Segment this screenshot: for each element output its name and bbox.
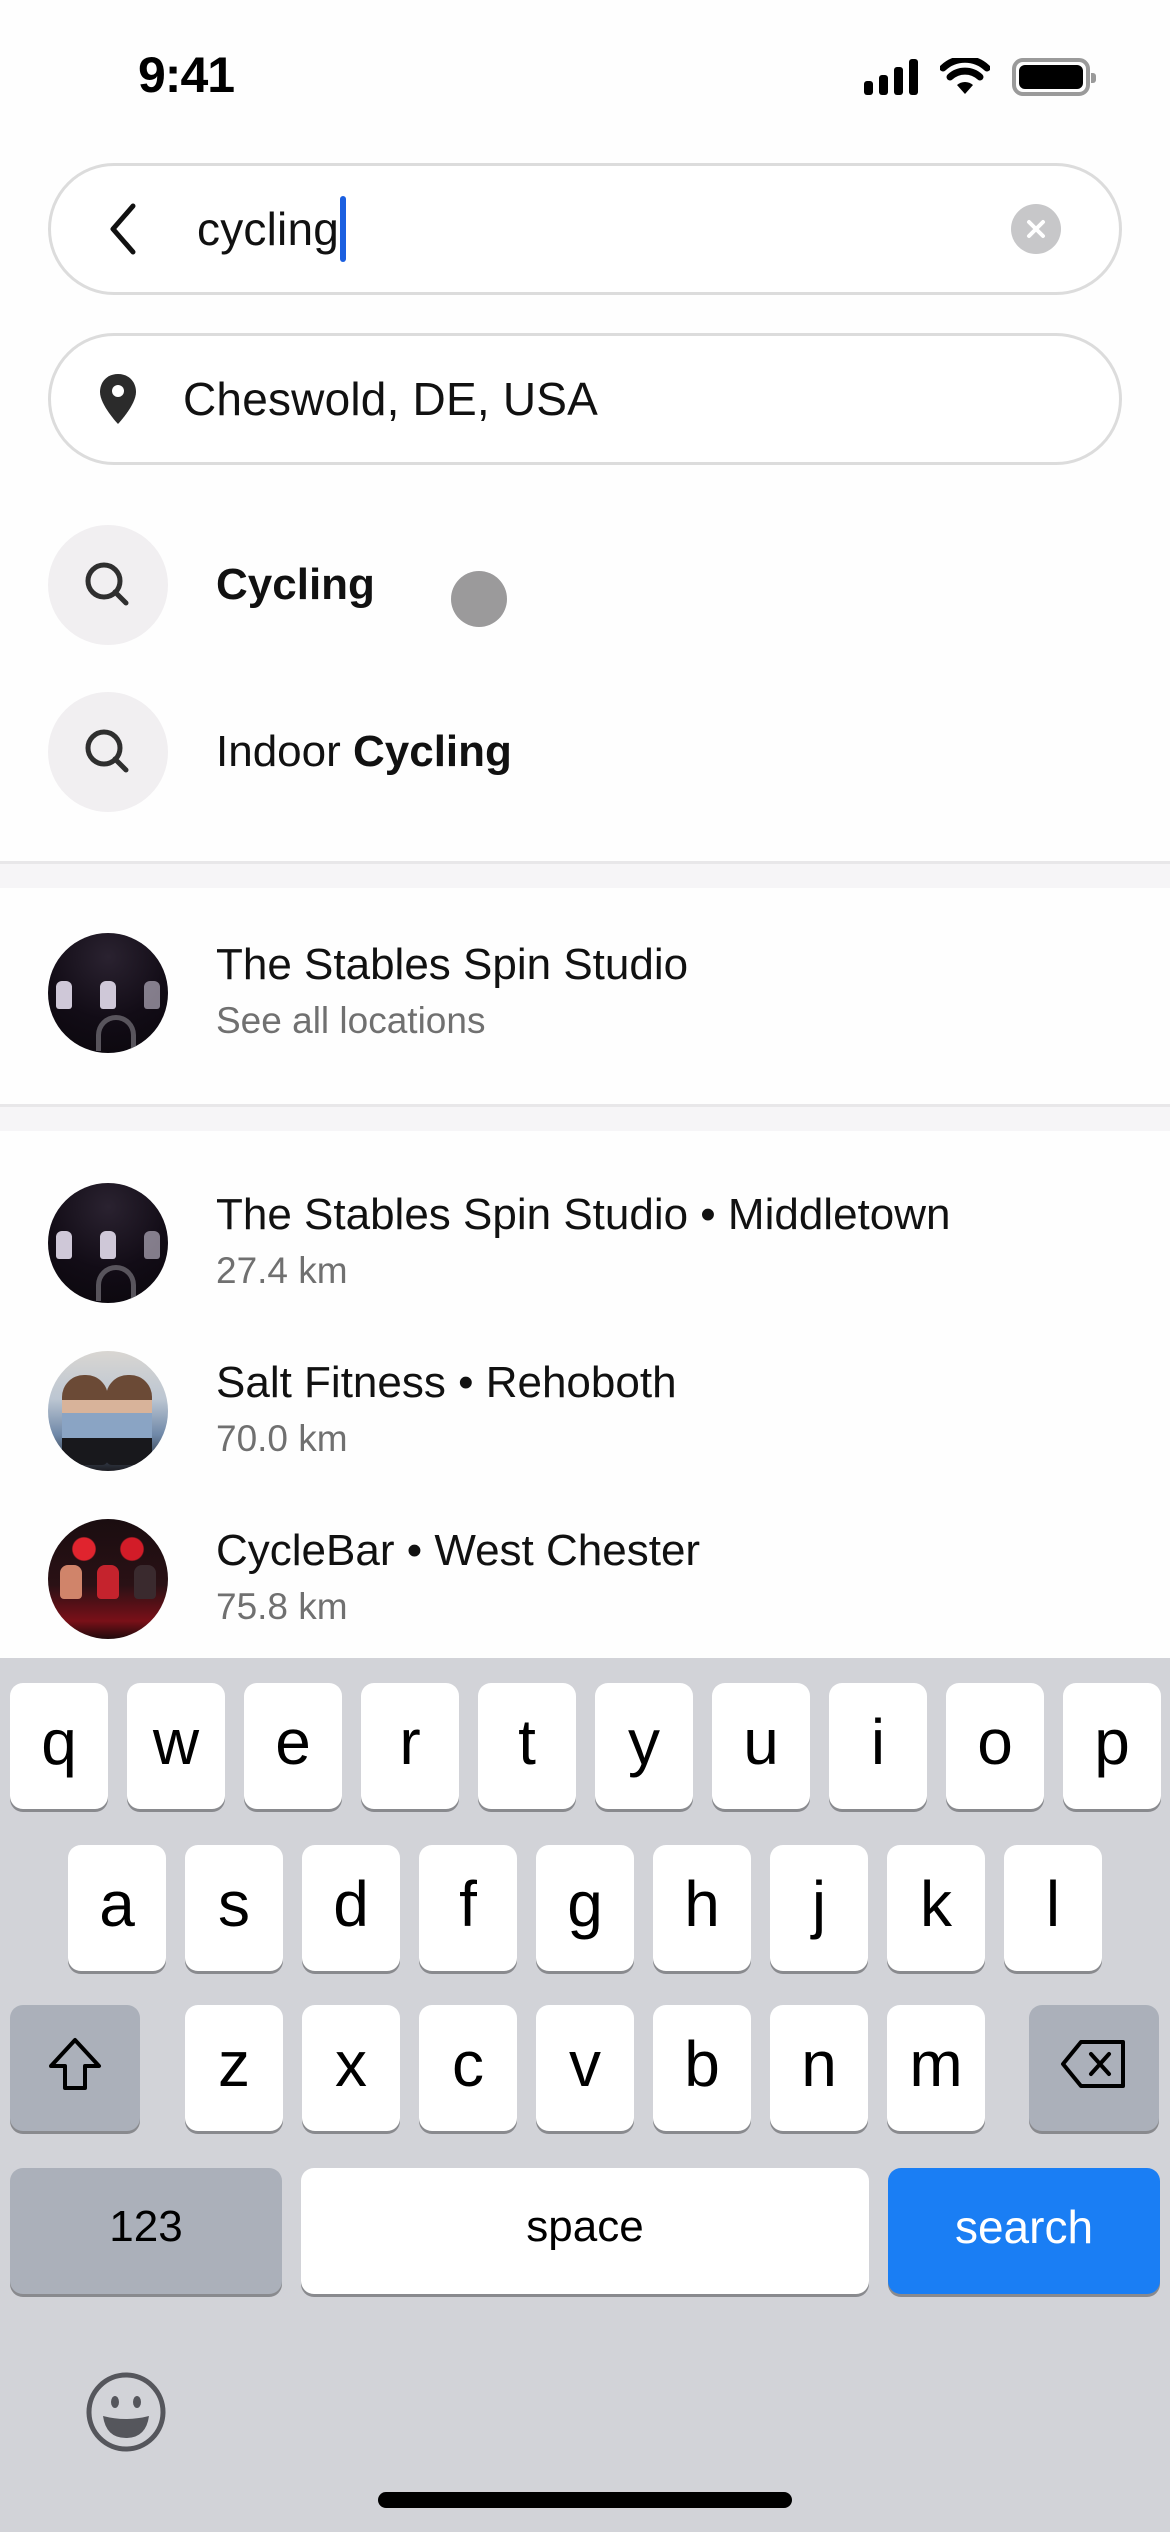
location-field[interactable]: Cheswold, DE, USA <box>48 333 1122 465</box>
key-f[interactable]: f <box>419 1845 517 1971</box>
result-title: CycleBar • West Chester <box>216 1526 701 1575</box>
location-pin-wrap <box>93 369 143 429</box>
key-l[interactable]: l <box>1004 1845 1102 1971</box>
key-r[interactable]: r <box>361 1683 459 1809</box>
key-u[interactable]: u <box>712 1683 810 1809</box>
location-result-item[interactable]: Salt Fitness • Rehoboth 70.0 km <box>0 1336 1170 1486</box>
key-j[interactable]: j <box>770 1845 868 1971</box>
search-input[interactable]: cycling <box>197 196 1011 262</box>
studio-avatar <box>48 1519 168 1639</box>
status-bar: 9:41 <box>0 0 1170 150</box>
battery-icon <box>1012 58 1096 96</box>
home-indicator <box>378 2492 792 2508</box>
result-distance: 70.0 km <box>216 1418 348 1459</box>
search-field[interactable]: cycling <box>48 163 1122 295</box>
key-d[interactable]: d <box>302 1845 400 1971</box>
key-z[interactable]: z <box>185 2005 283 2131</box>
key-o[interactable]: o <box>946 1683 1044 1809</box>
section-divider <box>0 1104 1170 1131</box>
search-query-text: cycling <box>197 203 340 255</box>
result-title: Salt Fitness • Rehoboth <box>216 1358 677 1407</box>
key-s[interactable]: s <box>185 1845 283 1971</box>
status-time: 9:41 <box>138 47 235 103</box>
key-y[interactable]: y <box>595 1683 693 1809</box>
clear-x-icon <box>1027 220 1045 238</box>
status-icons <box>864 58 1096 96</box>
map-pin-icon <box>100 374 136 424</box>
touch-indicator <box>451 571 507 627</box>
key-i[interactable]: i <box>829 1683 927 1809</box>
chevron-left-icon <box>110 203 136 255</box>
delete-key[interactable] <box>1029 2005 1159 2131</box>
suggestion-label: Cycling <box>216 560 375 609</box>
location-result-item[interactable]: CycleBar • West Chester 75.8 km <box>0 1504 1170 1654</box>
suggestion-icon-circle <box>48 525 168 645</box>
section-divider <box>0 861 1170 888</box>
brand-result-item[interactable]: The Stables Spin Studio See all location… <box>0 918 1170 1068</box>
key-a[interactable]: a <box>68 1845 166 1971</box>
key-c[interactable]: c <box>419 2005 517 2131</box>
clear-search-button[interactable] <box>1011 204 1061 254</box>
studio-avatar <box>48 1183 168 1303</box>
back-button[interactable] <box>93 199 153 259</box>
key-h[interactable]: h <box>653 1845 751 1971</box>
suggestion-label: Indoor Cycling <box>216 727 512 776</box>
result-distance: 27.4 km <box>216 1250 348 1291</box>
key-v[interactable]: v <box>536 2005 634 2131</box>
shift-key[interactable] <box>10 2005 140 2131</box>
studio-avatar <box>48 933 168 1053</box>
emoji-smiley-icon <box>86 2372 166 2452</box>
search-key[interactable]: search <box>888 2168 1160 2294</box>
shift-arrow-icon <box>49 2038 101 2090</box>
key-k[interactable]: k <box>887 1845 985 1971</box>
backspace-icon <box>1061 2040 1125 2088</box>
key-g[interactable]: g <box>536 1845 634 1971</box>
studio-avatar <box>48 1351 168 1471</box>
result-title: The Stables Spin Studio • Middletown <box>216 1190 951 1239</box>
result-distance: 75.8 km <box>216 1586 348 1627</box>
location-result-item[interactable]: The Stables Spin Studio • Middletown 27.… <box>0 1168 1170 1318</box>
emoji-button[interactable] <box>84 2370 168 2454</box>
suggestion-item[interactable]: Cycling <box>0 510 1170 660</box>
key-q[interactable]: q <box>10 1683 108 1809</box>
suggestion-icon-circle <box>48 692 168 812</box>
search-icon <box>85 729 129 773</box>
key-t[interactable]: t <box>478 1683 576 1809</box>
search-icon <box>85 562 129 606</box>
cellular-signal-icon <box>864 59 918 95</box>
key-x[interactable]: x <box>302 2005 400 2131</box>
brand-title: The Stables Spin Studio <box>216 940 689 989</box>
key-m[interactable]: m <box>887 2005 985 2131</box>
wifi-icon <box>940 58 990 94</box>
key-w[interactable]: w <box>127 1683 225 1809</box>
key-n[interactable]: n <box>770 2005 868 2131</box>
key-b[interactable]: b <box>653 2005 751 2131</box>
key-e[interactable]: e <box>244 1683 342 1809</box>
text-caret <box>340 196 347 262</box>
suggestion-item[interactable]: Indoor Cycling <box>0 677 1170 827</box>
location-value[interactable]: Cheswold, DE, USA <box>183 372 598 426</box>
numbers-key[interactable]: 123 <box>10 2168 282 2294</box>
space-key[interactable]: space <box>301 2168 869 2294</box>
key-p[interactable]: p <box>1063 1683 1161 1809</box>
see-all-locations-link[interactable]: See all locations <box>216 993 688 1049</box>
